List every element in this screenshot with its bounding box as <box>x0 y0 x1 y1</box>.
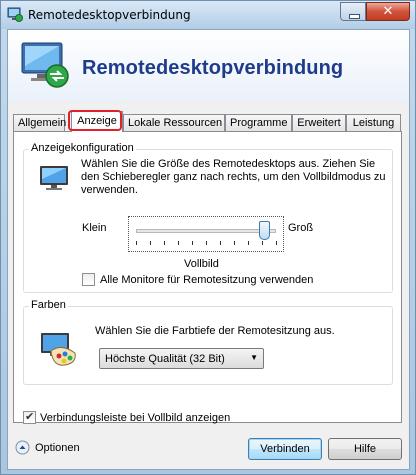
color-palette-icon <box>41 333 76 366</box>
tab-label: Lokale Ressourcen <box>128 117 223 129</box>
display-size-slider[interactable] <box>128 216 284 252</box>
slider-track <box>136 229 276 233</box>
connection-bar-checkbox[interactable] <box>23 410 36 424</box>
color-depth-value: Höchste Qualität (32 Bit) <box>105 353 225 365</box>
slider-max-label: Groß <box>288 222 314 234</box>
slider-min-label: Klein <box>82 222 107 234</box>
connection-bar-label[interactable]: Verbindungsleiste bei Vollbild anzeigen <box>40 412 230 425</box>
slider-ticks <box>136 241 278 245</box>
tab-leistung[interactable]: Leistung <box>346 114 401 131</box>
colors-group: Farben Wählen Sie die Farbtiefe der Remo… <box>23 299 393 385</box>
dropdown-arrow-icon: ▼ <box>250 353 258 362</box>
dialog-client-area: Remotedesktopverbindung Allgemein Anzeig… <box>7 29 410 470</box>
remote-desktop-app-icon <box>7 7 23 22</box>
colors-description: Wählen Sie die Farbtiefe der Remotesitzu… <box>95 325 335 337</box>
remote-desktop-monitor-icon <box>21 42 69 88</box>
tab-label: Programme <box>230 117 288 129</box>
tab-erweitert[interactable]: Erweitert <box>292 114 346 131</box>
tab-panel-anzeige: Anzeigekonfiguration Wählen Sie die Größ… <box>13 131 402 425</box>
all-monitors-label[interactable]: Alle Monitore für Remotesitzung verwende… <box>100 274 313 287</box>
help-button[interactable]: Hilfe <box>328 438 402 460</box>
all-monitors-checkbox[interactable] <box>82 273 95 286</box>
banner: Remotedesktopverbindung <box>8 30 409 101</box>
options-label[interactable]: Optionen <box>35 442 80 455</box>
display-config-label: Anzeigekonfiguration <box>29 142 136 154</box>
options-toggle-icon[interactable] <box>15 440 30 455</box>
window: Remotedesktopverbindung ✕ Remotedesktopv… <box>0 0 416 475</box>
close-button[interactable]: ✕ <box>366 2 410 21</box>
color-depth-select[interactable]: Höchste Qualität (32 Bit) ▼ <box>99 348 264 369</box>
minimize-button[interactable] <box>340 2 366 21</box>
help-button-label: Hilfe <box>353 443 376 455</box>
slider-value-label: Vollbild <box>184 258 219 270</box>
display-config-description: Wählen Sie die Größe des Remotedesktops … <box>81 158 386 196</box>
window-title: Remotedesktopverbindung <box>28 8 191 22</box>
close-icon: ✕ <box>382 4 394 19</box>
title-bar: Remotedesktopverbindung ✕ <box>1 1 415 29</box>
connect-button[interactable]: Verbinden <box>248 438 322 460</box>
display-config-group: Anzeigekonfiguration Wählen Sie die Größ… <box>23 142 393 293</box>
tab-label: Allgemein <box>18 117 67 129</box>
colors-group-label: Farben <box>29 299 68 311</box>
banner-title: Remotedesktopverbindung <box>82 57 344 79</box>
connect-button-label: Verbinden <box>260 443 310 455</box>
tab-programme[interactable]: Programme <box>225 114 292 131</box>
tab-lokale-ressourcen[interactable]: Lokale Ressourcen <box>123 114 225 131</box>
tab-label: Leistung <box>352 117 395 129</box>
tab-highlight-annotation <box>68 110 122 131</box>
tab-allgemein[interactable]: Allgemein <box>13 114 67 131</box>
monitor-icon <box>40 166 68 190</box>
tab-label: Erweitert <box>297 117 341 129</box>
slider-thumb[interactable] <box>259 221 270 240</box>
